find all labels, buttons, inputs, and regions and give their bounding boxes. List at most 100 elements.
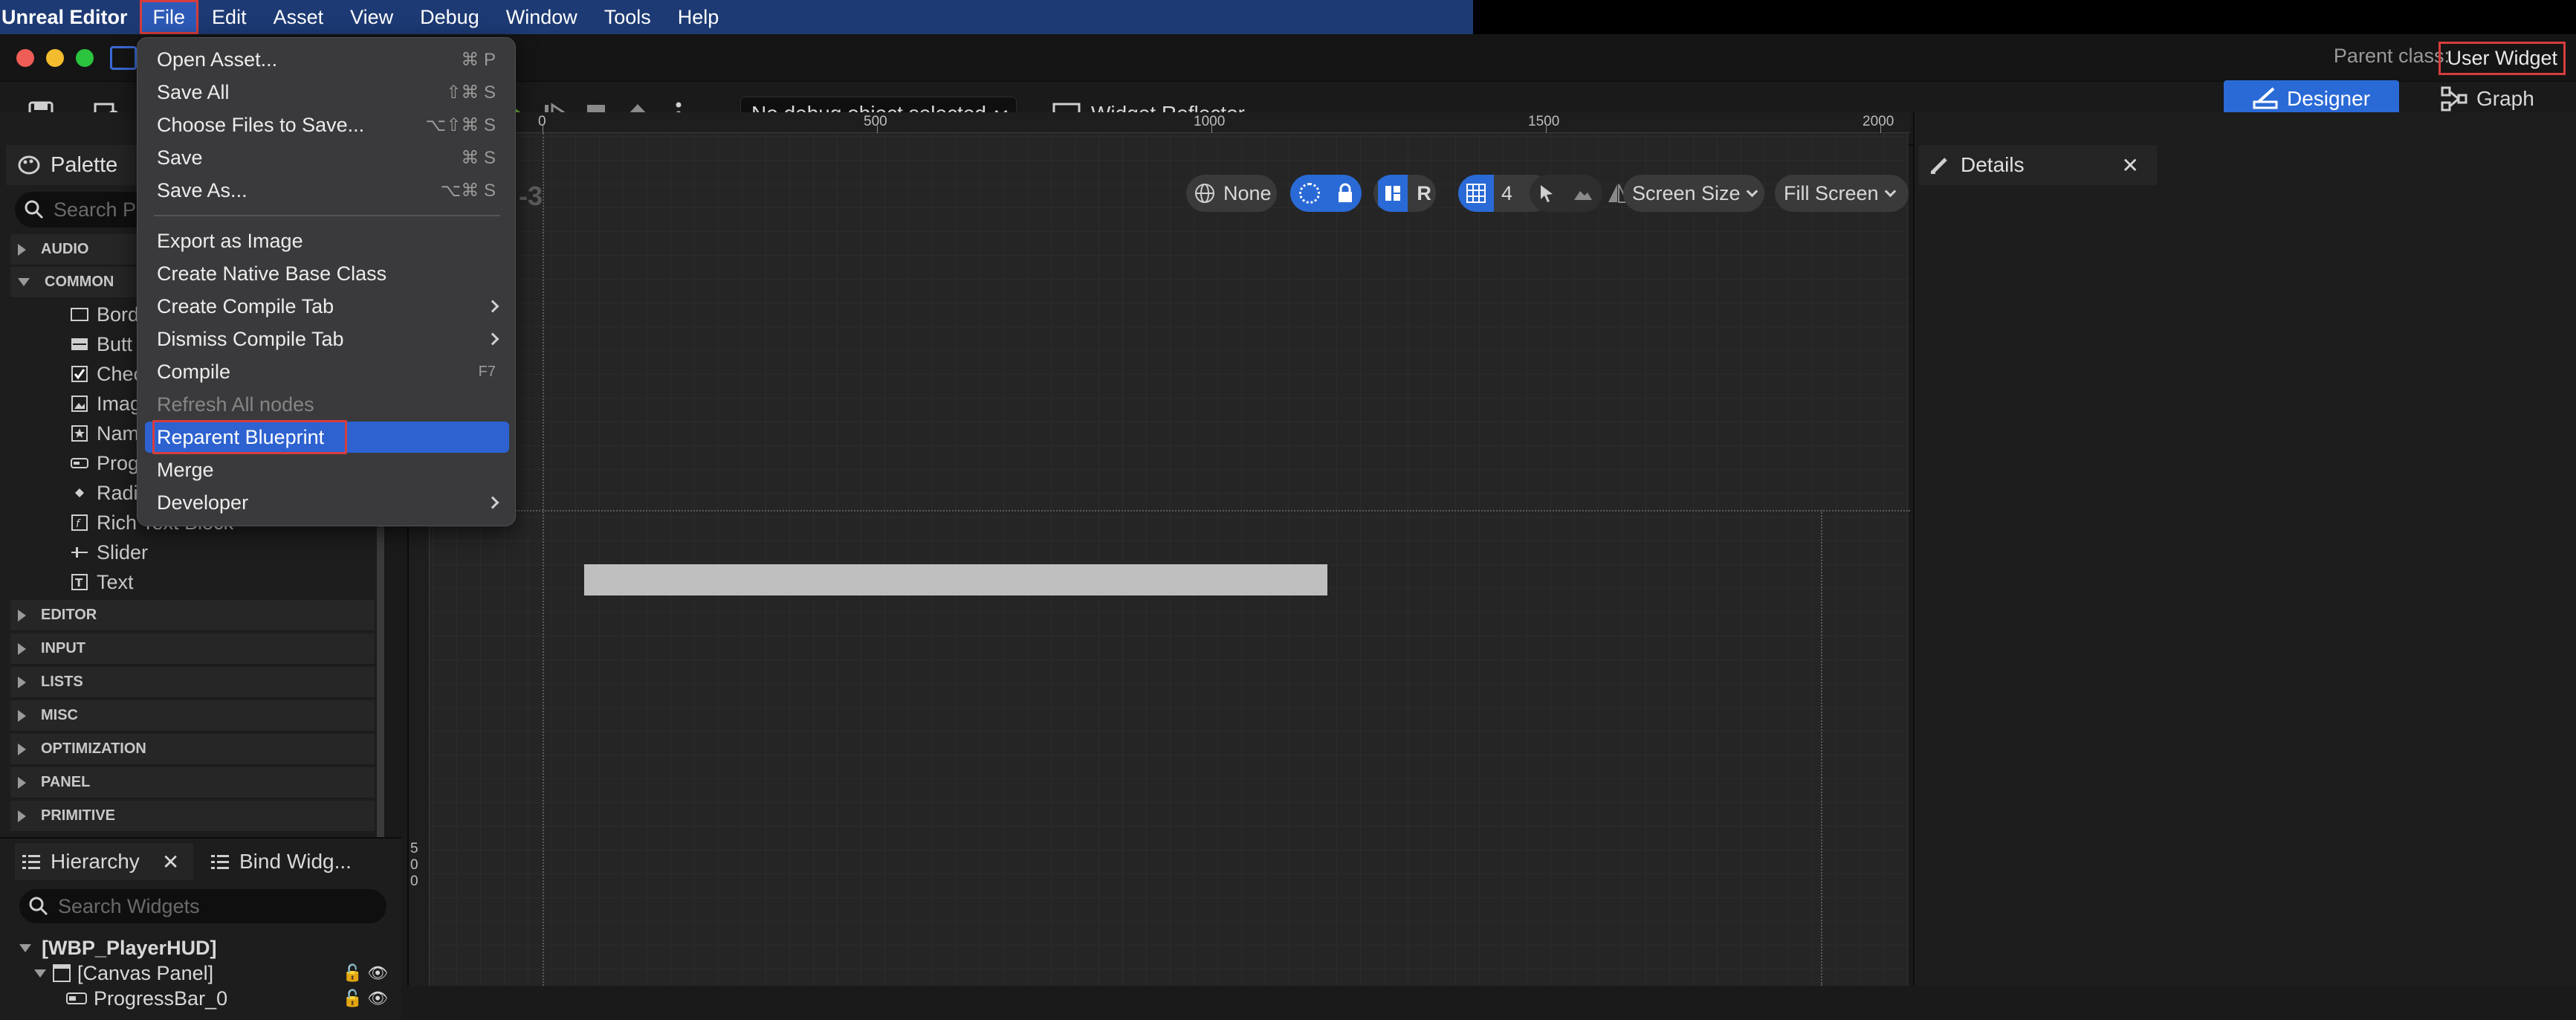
graph-icon <box>2441 86 2467 112</box>
close-icon[interactable]: ✕ <box>2122 153 2139 178</box>
menu-item-create-compile-tab[interactable]: Create Compile Tab <box>145 291 509 322</box>
details-tab[interactable]: Details ✕ <box>1919 145 2157 185</box>
menu-asset[interactable]: Asset <box>260 0 337 34</box>
blueprint-tab-icon[interactable] <box>110 46 137 70</box>
hierarchy-progressbar-row[interactable]: ProgressBar_0 🔓 👁 <box>65 986 391 1011</box>
menu-item-save-as[interactable]: Save As... ⌥⌘ S <box>145 175 509 206</box>
close-icon[interactable]: ✕ <box>162 850 179 874</box>
ruler-tick-label: 500 <box>864 114 887 129</box>
menu-file[interactable]: File <box>139 0 199 34</box>
menu-tools[interactable]: Tools <box>591 0 664 34</box>
layout-icon <box>1378 175 1408 212</box>
menu-item-shortcut: ⇧⌘ S <box>446 82 496 103</box>
palette-item-image[interactable]: Imag <box>68 389 141 419</box>
hierarchy-root-row[interactable]: [WBP_PlayerHUD] <box>19 935 217 961</box>
minimize-window-button[interactable] <box>46 49 64 67</box>
hierarchy-tab[interactable]: Hierarchy ✕ <box>15 843 193 880</box>
hierarchy-progressbar-label: ProgressBar_0 <box>94 987 228 1010</box>
menu-item-open-asset[interactable]: Open Asset... ⌘ P <box>145 44 509 75</box>
menu-debug[interactable]: Debug <box>407 0 493 34</box>
cursor-icon[interactable] <box>1538 184 1555 203</box>
close-window-button[interactable] <box>16 49 34 67</box>
chevron-down-icon <box>1746 185 1758 197</box>
menu-item-choose-files-to-save[interactable]: Choose Files to Save... ⌥⇧⌘ S <box>145 109 509 141</box>
canvas-guide-horizontal <box>430 510 1910 511</box>
menu-item-create-native-base-class[interactable]: Create Native Base Class <box>145 258 509 289</box>
globe-icon <box>1195 184 1214 203</box>
respect-locks-toggle[interactable]: R <box>1373 175 1436 212</box>
bind-widgets-tab[interactable]: Bind Widg... <box>210 843 352 880</box>
ruler-tick-mark <box>1211 126 1212 133</box>
palette-item-named-slot[interactable]: Nam <box>68 419 139 448</box>
menu-item-reparent-blueprint[interactable]: Reparent Blueprint <box>145 420 509 454</box>
fill-screen-dropdown[interactable]: Fill Screen <box>1775 175 1909 212</box>
category-lists[interactable]: LISTS <box>10 667 375 698</box>
r-toggle-label: R <box>1417 181 1431 204</box>
canvas-guide-right <box>1821 510 1822 986</box>
menu-help[interactable]: Help <box>664 0 733 34</box>
palette-item-button[interactable]: Butt <box>68 329 132 359</box>
palette-item-checkbox[interactable]: Chec <box>68 359 143 389</box>
palette-item-border[interactable]: Bord <box>68 300 139 329</box>
localization-value: None <box>1223 181 1272 204</box>
menu-item-export-as-image[interactable]: Export as Image <box>145 225 509 256</box>
menu-edit[interactable]: Edit <box>198 0 260 34</box>
category-primitive[interactable]: PRIMITIVE <box>10 801 375 832</box>
chevron-right-icon <box>486 332 499 346</box>
progressbar-widget-preview[interactable] <box>584 564 1327 595</box>
category-panel[interactable]: PANEL <box>10 767 375 798</box>
menu-item-dismiss-compile-tab[interactable]: Dismiss Compile Tab <box>145 323 509 355</box>
eye-icon[interactable]: 👁 <box>367 989 388 1008</box>
palette-item-slider[interactable]: Slider <box>68 538 148 567</box>
category-input[interactable]: INPUT <box>10 633 375 665</box>
menu-item-label: Create Compile Tab <box>157 294 334 317</box>
hierarchy-search-input[interactable]: Search Widgets <box>19 889 386 923</box>
text-icon: T <box>68 571 91 593</box>
preview-tools-group <box>1530 175 1602 212</box>
hierarchy-canvas-row[interactable]: [Canvas Panel] 🔓 👁 <box>34 961 391 986</box>
palette-item-label: Prog <box>97 451 140 474</box>
expand-arrow-icon <box>18 743 26 755</box>
category-optimization[interactable]: OPTIMIZATION <box>10 734 375 765</box>
lock-icon[interactable]: 🔓 <box>343 989 363 1008</box>
canvas-panel-icon <box>53 964 71 982</box>
lock-icon[interactable]: 🔓 <box>343 963 363 983</box>
parent-class-value[interactable]: User Widget <box>2439 42 2566 75</box>
category-editor[interactable]: EDITOR <box>10 600 375 631</box>
localization-preview-button[interactable]: None <box>1186 175 1277 212</box>
rich-text-icon: f <box>68 511 91 534</box>
screen-size-dropdown[interactable]: Screen Size <box>1623 175 1764 212</box>
designer-label: Designer <box>2286 87 2371 110</box>
menu-view[interactable]: View <box>337 0 407 34</box>
lock-icon <box>1338 183 1352 202</box>
palette-item-text[interactable]: T Text <box>68 567 134 597</box>
category-label: AUDIO <box>41 241 89 257</box>
menu-item-save-all[interactable]: Save All ⇧⌘ S <box>145 77 509 108</box>
category-misc[interactable]: MISC <box>10 700 375 732</box>
collapse-arrow-icon <box>19 943 31 952</box>
dotted-square-icon <box>1298 183 1320 204</box>
menu-item-merge[interactable]: Merge <box>145 454 509 485</box>
collapse-arrow-icon <box>34 969 46 978</box>
details-title: Details <box>1961 153 2025 176</box>
landscape-icon[interactable] <box>1573 185 1593 201</box>
menu-window[interactable]: Window <box>493 0 591 34</box>
designer-viewport[interactable]: 0 500 1000 1500 2000 500 -3 None R 4 Scr… <box>407 112 1910 986</box>
palette-item-radial-slider[interactable]: Radi <box>68 478 138 508</box>
menu-item-compile[interactable]: Compile F7 <box>145 356 509 387</box>
pencil-icon <box>1931 158 1947 174</box>
category-label: LISTS <box>41 674 83 690</box>
menu-item-developer[interactable]: Developer <box>145 487 509 518</box>
menu-item-shortcut: ⌥⌘ S <box>440 180 496 201</box>
eye-icon[interactable]: 👁 <box>367 963 388 983</box>
safe-zone-toggle[interactable] <box>1290 175 1362 212</box>
menu-item-save[interactable]: Save ⌘ S <box>145 142 509 173</box>
star-icon <box>68 422 91 445</box>
menu-item-label: Compile <box>157 360 231 383</box>
graph-label: Graph <box>2476 87 2534 110</box>
category-label: INPUT <box>41 640 85 656</box>
maximize-window-button[interactable] <box>76 49 94 67</box>
app-name[interactable]: Unreal Editor <box>0 6 140 29</box>
palette-item-progress-bar[interactable]: Prog <box>68 448 139 478</box>
expand-arrow-icon <box>18 676 26 688</box>
